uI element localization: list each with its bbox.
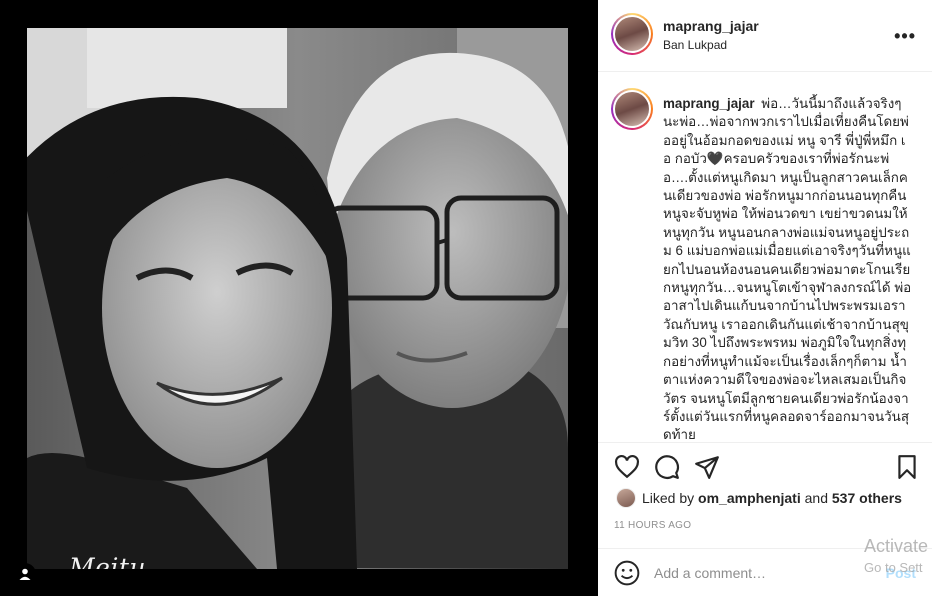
- user-tag-button[interactable]: [14, 563, 36, 585]
- caption-username[interactable]: maprang_jajar: [663, 96, 755, 111]
- photo-viewer: Meitu: [0, 0, 598, 596]
- header-avatar[interactable]: [611, 13, 653, 55]
- heart-icon[interactable]: [614, 454, 640, 480]
- post-header: maprang_jajar Ban Lukpad •••: [598, 0, 932, 72]
- share-icon[interactable]: [694, 454, 720, 480]
- emoji-icon[interactable]: [614, 560, 640, 586]
- windows-settings-watermark: Go to Sett: [864, 560, 923, 575]
- likes-prefix: Liked by: [642, 490, 695, 506]
- action-bar: [598, 450, 932, 490]
- post-photo[interactable]: Meitu: [27, 28, 568, 569]
- post-caption: maprang_jajar พ่อ…วันนี้มาถึงแล้วจริงๆ น…: [663, 95, 913, 443]
- post-side-panel: maprang_jajar Ban Lukpad ••• maprang_jaj…: [598, 0, 932, 596]
- more-icon[interactable]: •••: [894, 26, 916, 47]
- post-timestamp[interactable]: 11 HOURS AGO: [614, 520, 691, 531]
- header-username[interactable]: maprang_jajar: [663, 18, 759, 34]
- likes-summary: Liked by om_amphenjati and 537 others: [616, 488, 902, 508]
- comment-icon[interactable]: [654, 454, 680, 480]
- comment-input[interactable]: [654, 562, 854, 584]
- likes-joiner: and: [804, 490, 828, 506]
- bookmark-icon[interactable]: [894, 454, 920, 480]
- caption-text: พ่อ…วันนี้มาถึงแล้วจริงๆ นะพ่อ…พ่อจากพวก…: [663, 96, 912, 443]
- likes-others-link[interactable]: 537 others: [832, 490, 902, 506]
- windows-activate-watermark: Activate: [864, 536, 929, 556]
- meitu-watermark: Meitu: [69, 553, 147, 569]
- location-link[interactable]: Ban Lukpad: [663, 38, 727, 52]
- caption-avatar[interactable]: [611, 88, 653, 130]
- user-tag-icon: [19, 568, 31, 580]
- liker-username[interactable]: om_amphenjati: [698, 490, 801, 506]
- comments-scroll[interactable]: maprang_jajar พ่อ…วันนี้มาถึงแล้วจริงๆ น…: [598, 73, 932, 443]
- liker-avatar[interactable]: [616, 488, 636, 508]
